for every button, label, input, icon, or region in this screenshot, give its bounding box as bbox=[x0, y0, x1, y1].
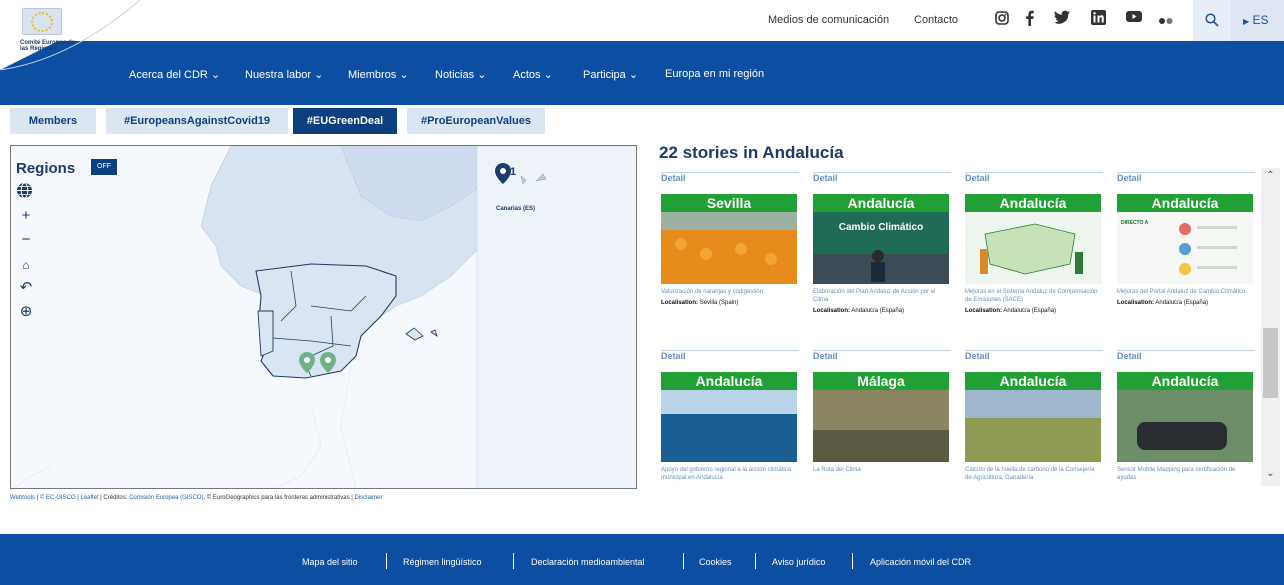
youtube-icon[interactable] bbox=[1126, 10, 1142, 27]
canarias-label: Canarias (ES) bbox=[496, 206, 536, 212]
logo-text: Comité Europeo de las Regiones bbox=[20, 40, 76, 52]
detail-link[interactable]: Detail bbox=[661, 172, 799, 183]
story-image: Sevilla bbox=[661, 194, 797, 284]
twitter-icon[interactable] bbox=[1054, 10, 1071, 29]
locate-icon[interactable]: ⊕ bbox=[16, 302, 36, 322]
nav-item-acerca[interactable]: Acerca del CDR ⌄ bbox=[129, 68, 220, 81]
story-image: Málaga bbox=[813, 372, 949, 462]
nav-item-miembros[interactable]: Miembros ⌄ bbox=[348, 68, 409, 81]
chevron-down-icon: ⌄ bbox=[543, 69, 553, 81]
cluster-count: 1 bbox=[510, 166, 517, 178]
regions-label: Regions bbox=[16, 160, 76, 177]
credits-leaflet-link[interactable]: Leaflet bbox=[80, 495, 98, 501]
regions-toggle[interactable]: OFF bbox=[91, 159, 117, 175]
detail-link[interactable]: Detail bbox=[1117, 172, 1255, 183]
detail-link[interactable]: Detail bbox=[1117, 350, 1255, 361]
logo[interactable]: Comité Europeo de las Regiones bbox=[0, 0, 140, 70]
chevron-down-icon: ⌄ bbox=[399, 69, 409, 81]
footer-app-link[interactable]: Aplicación móvil del CDR bbox=[870, 557, 971, 567]
story-image: Andalucía bbox=[1117, 372, 1253, 462]
nav-item-actos[interactable]: Actos ⌄ bbox=[513, 68, 553, 81]
contact-link[interactable]: Contacto bbox=[914, 14, 958, 26]
search-button[interactable] bbox=[1193, 0, 1231, 41]
detail-link[interactable]: Detail bbox=[813, 172, 951, 183]
caret-right-icon: ▶ bbox=[1243, 17, 1250, 26]
footer-legal-link[interactable]: Aviso jurídico bbox=[772, 557, 825, 567]
footer-language-link[interactable]: Régimen lingüístico bbox=[403, 557, 482, 567]
footer-cookies-link[interactable]: Cookies bbox=[699, 557, 732, 567]
flickr-icon[interactable] bbox=[1158, 12, 1174, 29]
search-icon bbox=[1205, 13, 1219, 27]
chevron-down-icon: ⌄ bbox=[628, 69, 639, 81]
instagram-icon[interactable] bbox=[994, 10, 1010, 30]
credits-disclaimer-link[interactable]: Disclaimer bbox=[355, 495, 383, 501]
tab-eu-green-deal[interactable]: #EUGreenDeal bbox=[293, 108, 397, 134]
scroll-up-icon[interactable]: ⌃ bbox=[1261, 170, 1280, 181]
stories-list[interactable]: Detail Sevilla Valorización de naranjas … bbox=[651, 168, 1261, 488]
nav-item-noticias[interactable]: Noticias ⌄ bbox=[435, 68, 486, 81]
zoom-in-icon[interactable]: + bbox=[16, 206, 36, 226]
media-link[interactable]: Medios de comunicación bbox=[768, 14, 889, 26]
story-image: Andalucía DIRECTO A bbox=[1117, 194, 1253, 284]
story-image: Andalucía bbox=[661, 372, 797, 462]
scroll-thumb[interactable] bbox=[1263, 328, 1278, 398]
zoom-out-icon[interactable]: − bbox=[16, 230, 36, 250]
linkedin-icon[interactable] bbox=[1091, 10, 1106, 29]
detail-link[interactable]: Detail bbox=[965, 172, 1103, 183]
detail-link[interactable]: Detail bbox=[965, 350, 1103, 361]
footer-environment-link[interactable]: Declaración medioambiental bbox=[531, 557, 645, 567]
footer: Mapa del sitio Régimen lingüístico Decla… bbox=[0, 534, 1284, 585]
detail-link[interactable]: Detail bbox=[661, 350, 799, 361]
undo-icon[interactable]: ↶ bbox=[16, 278, 36, 298]
credits-webtools-link[interactable]: Webtools bbox=[10, 495, 35, 501]
stories-scrollbar[interactable]: ⌃ ⌄ bbox=[1261, 168, 1280, 486]
globe-icon[interactable] bbox=[16, 182, 36, 202]
map-view[interactable]: Regions OFF 1 Canarias (ES) + − ⌂ ↶ ⊕ bbox=[10, 145, 637, 489]
facebook-icon[interactable] bbox=[1024, 10, 1036, 30]
language-selector[interactable]: ▶ ES bbox=[1231, 0, 1284, 41]
credits-gisco-link[interactable]: © EC-GISCO bbox=[40, 495, 76, 501]
nav-item-europa-en-mi-region[interactable]: Europa en mi región bbox=[665, 68, 764, 80]
tab-members[interactable]: Members bbox=[10, 108, 96, 134]
chevron-down-icon: ⌄ bbox=[477, 69, 487, 81]
nav-item-nuestra-labor[interactable]: Nuestra labor ⌄ bbox=[245, 68, 323, 81]
tab-europeans-against-covid19[interactable]: #EuropeansAgainstCovid19 bbox=[106, 108, 288, 134]
chevron-down-icon: ⌄ bbox=[210, 69, 221, 81]
scroll-down-icon[interactable]: ⌄ bbox=[1261, 468, 1280, 479]
stories-title: 22 stories in Andalucía bbox=[659, 143, 844, 162]
map-credits: Webtools | © EC-GISCO | Leaflet | Crédit… bbox=[10, 495, 383, 501]
credits-comision-link[interactable]: Comisión Europea (GISCO) bbox=[129, 495, 203, 501]
map-canvas[interactable] bbox=[11, 146, 637, 489]
story-image: Andalucía bbox=[965, 372, 1101, 462]
chevron-down-icon: ⌄ bbox=[314, 69, 324, 81]
detail-link[interactable]: Detail bbox=[813, 350, 951, 361]
nav-item-participa[interactable]: Participa ⌄ bbox=[583, 68, 638, 81]
home-icon[interactable]: ⌂ bbox=[16, 255, 36, 275]
main-nav: Acerca del CDR ⌄ Nuestra labor ⌄ Miembro… bbox=[0, 41, 1284, 105]
tab-pro-european-values[interactable]: #ProEuropeanValues bbox=[407, 108, 545, 134]
story-image: Andalucía bbox=[965, 194, 1101, 284]
language-label: ES bbox=[1252, 13, 1269, 27]
eu-flag-icon bbox=[22, 8, 62, 35]
footer-sitemap-link[interactable]: Mapa del sitio bbox=[302, 557, 358, 567]
top-bar: Medios de comunicación Contacto ▶ ES bbox=[0, 0, 1284, 41]
story-image: Andalucía Cambio Climático bbox=[813, 194, 949, 284]
